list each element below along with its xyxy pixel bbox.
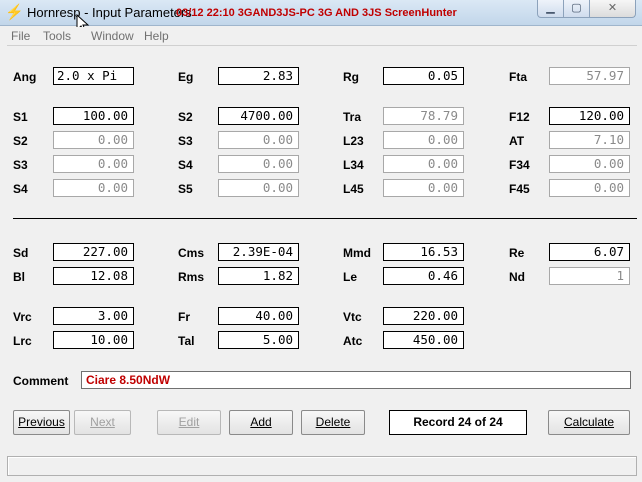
label-l45: L45	[343, 182, 364, 196]
label-vtc: Vtc	[343, 310, 362, 324]
field-mmd[interactable]: 16.53	[383, 243, 464, 261]
window-title: Hornresp - Input Parameters	[27, 5, 192, 20]
previous-button-label: Previous	[18, 415, 65, 429]
input-parameters-panel: Ang 2.0 x Pi Eg 2.83 Rg 0.05 Fta 57.97 S…	[7, 45, 637, 455]
field-s3[interactable]: 0.00	[53, 155, 134, 173]
label-comment: Comment	[13, 374, 69, 388]
label-rms: Rms	[178, 270, 205, 284]
label-lrc: Lrc	[13, 334, 32, 348]
next-button-label: Next	[90, 415, 115, 429]
field-l45[interactable]: 0.00	[383, 179, 464, 197]
label-s4: S4	[13, 182, 28, 196]
screenhunter-overlay: 03/12 22:10 3GAND3JS-PC 3G AND 3JS Scree…	[176, 7, 457, 19]
field-bl[interactable]: 12.08	[53, 267, 134, 285]
field-rg[interactable]: 0.05	[383, 67, 464, 85]
label-fr: Fr	[178, 310, 190, 324]
field-re[interactable]: 6.07	[549, 243, 630, 261]
menu-window[interactable]: Window	[91, 29, 134, 43]
field-s5[interactable]: 0.00	[218, 179, 299, 197]
label-eg: Eg	[178, 70, 194, 84]
label-bl: Bl	[13, 270, 25, 284]
add-button[interactable]: Add	[229, 410, 293, 435]
field-atc[interactable]: 450.00	[383, 331, 464, 349]
label-l23: L23	[343, 134, 364, 148]
menu-file[interactable]: File	[11, 29, 30, 43]
menu-help[interactable]: Help	[144, 29, 169, 43]
label-s3-col2: S3	[178, 134, 193, 148]
field-s3-col2[interactable]: 0.00	[218, 131, 299, 149]
label-fta: Fta	[509, 70, 527, 84]
previous-button[interactable]: Previous	[13, 410, 70, 435]
field-s2-col2[interactable]: 4700.00	[218, 107, 299, 125]
label-l34: L34	[343, 158, 364, 172]
comment-field[interactable]: Ciare 8.50NdW	[81, 371, 631, 389]
label-re: Re	[509, 246, 525, 260]
minimize-button[interactable]: ▁	[537, 0, 564, 18]
label-vrc: Vrc	[13, 310, 32, 324]
label-at: AT	[509, 134, 525, 148]
field-fr[interactable]: 40.00	[218, 307, 299, 325]
field-fta: 57.97	[549, 67, 630, 85]
calculate-button[interactable]: Calculate	[548, 410, 630, 435]
label-tal: Tal	[178, 334, 195, 348]
field-l34[interactable]: 0.00	[383, 155, 464, 173]
add-button-label: Add	[250, 415, 272, 429]
lightning-icon: ⚡	[5, 4, 24, 21]
label-f45: F45	[509, 182, 530, 196]
section-divider	[13, 218, 637, 219]
field-rms[interactable]: 1.82	[218, 267, 299, 285]
label-cms: Cms	[178, 246, 205, 260]
label-s4-col2: S4	[178, 158, 193, 172]
label-s2-col2: S2	[178, 110, 193, 124]
next-button[interactable]: Next	[74, 410, 131, 435]
label-rg: Rg	[343, 70, 359, 84]
delete-button-label: Delete	[315, 415, 351, 429]
field-ang[interactable]: 2.0 x Pi	[53, 67, 134, 85]
record-indicator: Record 24 of 24	[389, 410, 527, 435]
edit-button-label: Edit	[178, 415, 200, 429]
field-vtc[interactable]: 220.00	[383, 307, 464, 325]
field-f34[interactable]: 0.00	[549, 155, 630, 173]
field-lrc[interactable]: 10.00	[53, 331, 134, 349]
edit-button[interactable]: Edit	[157, 410, 221, 435]
field-tra: 78.79	[383, 107, 464, 125]
label-sd: Sd	[13, 246, 29, 260]
title-bar[interactable]: ⚡ Hornresp - Input Parameters 03/12 22:1…	[0, 0, 642, 34]
field-s4-col2[interactable]: 0.00	[218, 155, 299, 173]
field-vrc[interactable]: 3.00	[53, 307, 134, 325]
field-l23[interactable]: 0.00	[383, 131, 464, 149]
field-s2[interactable]: 0.00	[53, 131, 134, 149]
label-f34: F34	[509, 158, 530, 172]
label-s3: S3	[13, 158, 28, 172]
field-s1[interactable]: 100.00	[53, 107, 134, 125]
maximize-button[interactable]: ▢	[563, 0, 590, 18]
calculate-button-label: Calculate	[563, 415, 615, 429]
menu-tools[interactable]: Tools	[43, 29, 71, 43]
status-bar	[7, 456, 637, 476]
field-nd[interactable]: 1	[549, 267, 630, 285]
label-f12: F12	[509, 110, 530, 124]
label-atc: Atc	[343, 334, 363, 348]
field-cms[interactable]: 2.39E-04	[218, 243, 299, 261]
field-s4[interactable]: 0.00	[53, 179, 134, 197]
label-nd: Nd	[509, 270, 525, 284]
label-s1: S1	[13, 110, 28, 124]
field-at: 7.10	[549, 131, 630, 149]
delete-button[interactable]: Delete	[301, 410, 365, 435]
field-sd[interactable]: 227.00	[53, 243, 134, 261]
label-tra: Tra	[343, 110, 362, 124]
label-s5: S5	[178, 182, 193, 196]
field-le[interactable]: 0.46	[383, 267, 464, 285]
label-le: Le	[343, 270, 358, 284]
field-tal[interactable]: 5.00	[218, 331, 299, 349]
field-f45[interactable]: 0.00	[549, 179, 630, 197]
label-ang: Ang	[13, 70, 37, 84]
close-button[interactable]: ✕	[589, 0, 636, 18]
label-mmd: Mmd	[343, 246, 371, 260]
field-eg[interactable]: 2.83	[218, 67, 299, 85]
label-s2: S2	[13, 134, 28, 148]
field-f12[interactable]: 120.00	[549, 107, 630, 125]
menu-bar: File Tools Window Help	[7, 27, 637, 45]
